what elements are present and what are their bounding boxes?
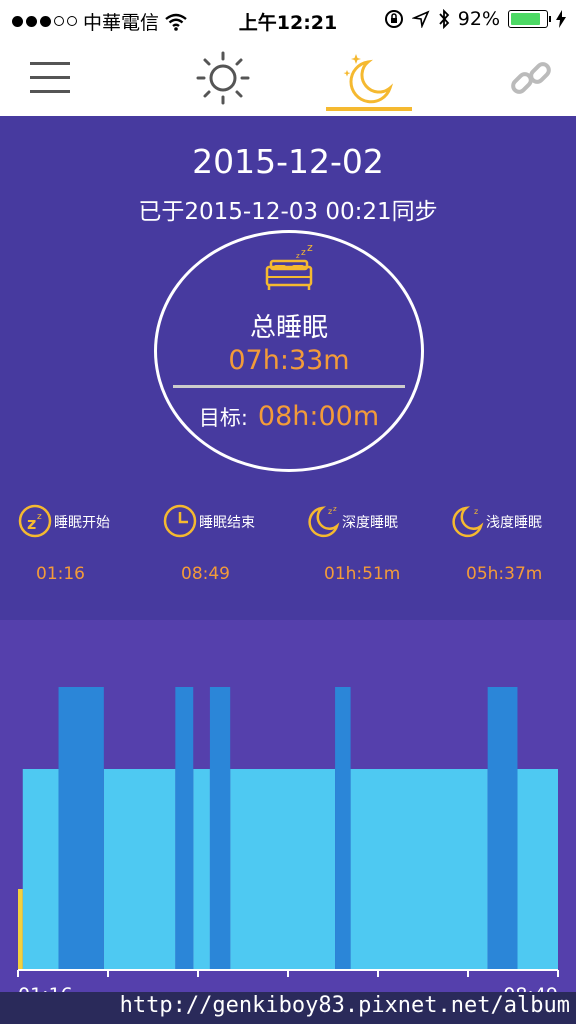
deep-moon-icon: z z [308,505,340,538]
stat-label: 浅度睡眠 [486,515,542,531]
stat-value: 01:16 [36,564,85,584]
stat-light-sleep: z 浅度睡眠 05h:37m [450,504,576,584]
link-icon [511,62,551,94]
sleep-summary: 2015-12-02 已于2015-12-03 00:21同步 z z z 总睡… [0,116,576,620]
battery-icon [508,10,551,28]
menu-button[interactable] [5,40,95,116]
svg-text:z: z [328,507,332,516]
status-bar: 中華電信 上午12:21 92% [0,0,576,40]
bluetooth-icon [439,9,450,29]
svg-text:z: z [474,507,478,516]
stat-value: 01h:51m [324,564,401,584]
goal-label: 目标: [198,406,248,430]
sleep-segment-light [103,769,176,969]
zz-icon: z z [18,504,52,538]
ring-divider [173,385,405,388]
sleep-segment-light [517,769,558,969]
sleep-segment-deep [58,687,104,969]
sleep-chart: 01:16 08:49 [0,620,576,1024]
sleep-segment-light [22,769,59,969]
goal-value: 08h:00m [257,401,380,432]
stat-value: 08:49 [181,564,230,584]
stat-sleep-start: z z 睡眠开始 01:16 [18,504,158,584]
sleep-segment-deep [175,687,194,969]
svg-text:z: z [27,514,36,533]
sleep-segment-awake [18,889,23,969]
charging-icon [556,10,566,28]
top-nav [0,40,576,116]
stat-deep-sleep: z z 深度睡眠 01h:51m [306,504,446,584]
rotation-lock-icon [384,10,403,28]
summary-date: 2015-12-02 [192,142,384,181]
stat-label: 睡眠结束 [199,515,255,531]
sleep-tab[interactable] [324,40,414,116]
sleep-segment-deep [335,687,351,969]
sun-icon [196,51,250,105]
moon-icon [343,54,394,104]
light-moon-icon: z [452,506,484,538]
total-sleep-ring: z z z 总睡眠 07h:33m 目标: 08h:00m [154,230,424,472]
clock-icon [163,504,197,538]
battery-percent: 92% [457,8,500,30]
total-sleep-label: 总睡眠 [249,313,328,343]
total-sleep-value: 07h:33m [228,345,350,376]
svg-text:z: z [307,245,313,254]
link-tab[interactable] [486,40,576,116]
sleep-stage-chart [17,687,559,977]
watermark-text: http://genkiboy83.pixnet.net/album [119,993,570,1018]
active-tab-indicator [326,107,412,111]
sleep-segment-light [193,769,210,969]
sleep-goal: 目标: 08h:00m [157,401,421,432]
stat-value: 05h:37m [466,564,543,584]
svg-text:z: z [333,505,337,513]
stat-label: 深度睡眠 [342,515,398,531]
stat-label: 睡眠开始 [54,515,110,531]
svg-text:z: z [37,512,42,522]
sleep-segment-light [350,769,488,969]
sleep-segment-deep [487,687,518,969]
svg-text:z: z [296,252,300,260]
bed-icon: z z z [265,245,313,290]
status-right: 92% [384,8,566,30]
activity-tab[interactable] [178,40,268,116]
sleep-segment-light [230,769,336,969]
menu-icon [30,62,70,93]
sync-status: 已于2015-12-03 00:21同步 [138,199,438,225]
stat-sleep-end: 睡眠结束 08:49 [163,504,303,584]
sleep-stats: z z 睡眠开始 01:16 睡眠结束 08:49 z z 深度睡眠 01h:5… [0,504,576,584]
svg-text:z: z [301,248,306,258]
location-arrow-icon [411,10,430,28]
sleep-segment-deep [209,687,231,969]
